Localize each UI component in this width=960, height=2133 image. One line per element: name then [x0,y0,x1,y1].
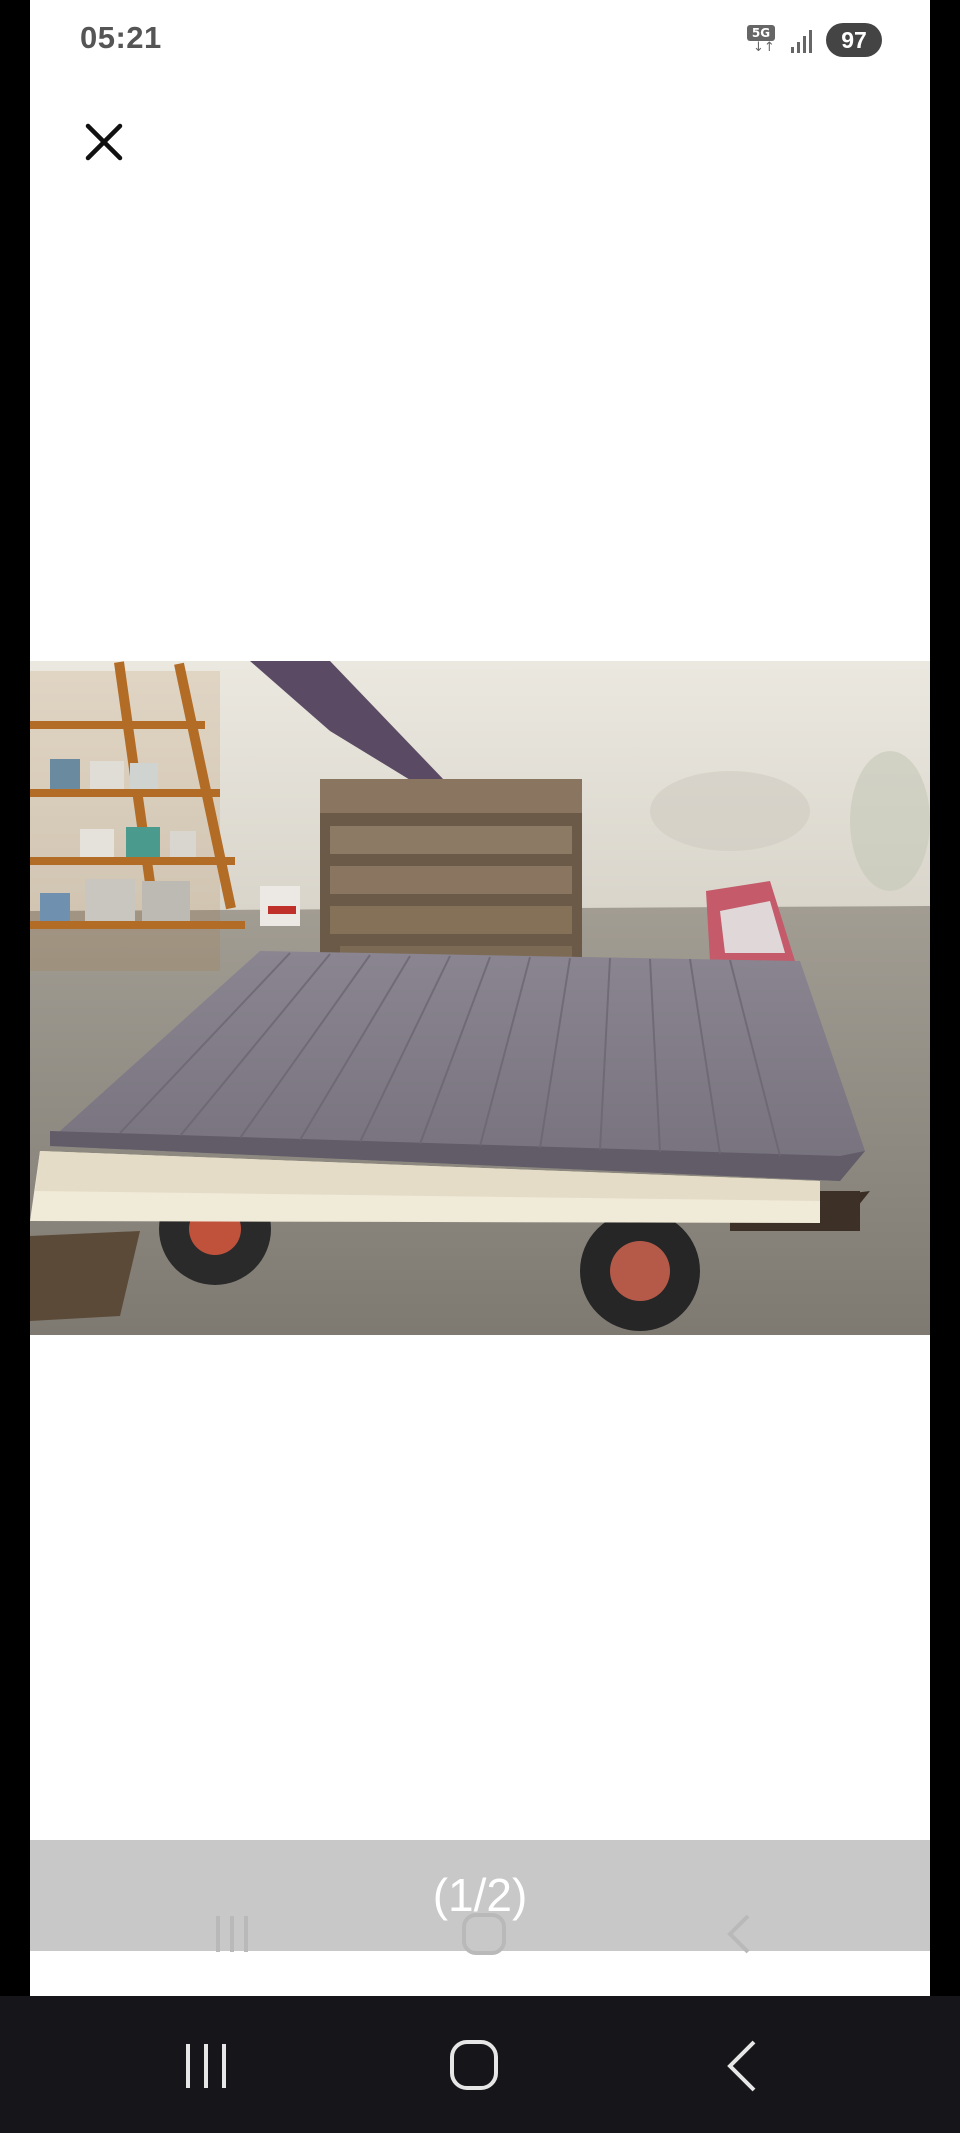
network-label: 5G [747,25,775,41]
home-button[interactable] [434,2036,514,2096]
data-arrows-icon: ↓↑ [753,40,775,55]
signal-strength-icon [791,27,812,53]
listing-photo[interactable] [30,661,930,1335]
recent-apps-button[interactable] [166,2036,246,2096]
listing-photo-image [30,661,930,1335]
close-button[interactable] [80,118,128,166]
status-time: 05:21 [80,20,162,55]
ghost-home-icon [461,1912,507,1956]
ghost-back-icon [720,1912,760,1956]
image-viewer-screen: 05:21 5G ↓↑ 97 (1/2) [30,0,930,1996]
close-icon [85,123,123,161]
status-icons: 5G ↓↑ 97 [747,20,882,60]
battery-level-badge: 97 [826,23,882,57]
ghost-recent-apps-icon [210,1912,254,1956]
status-bar: 05:21 5G ↓↑ 97 [30,0,930,80]
home-icon [450,2040,498,2090]
back-icon [727,2040,756,2092]
back-button[interactable] [704,2036,784,2096]
recent-apps-icon [186,2044,226,2088]
system-navigation-bar [0,1996,960,2133]
network-5g-icon: 5G ↓↑ [747,23,777,57]
